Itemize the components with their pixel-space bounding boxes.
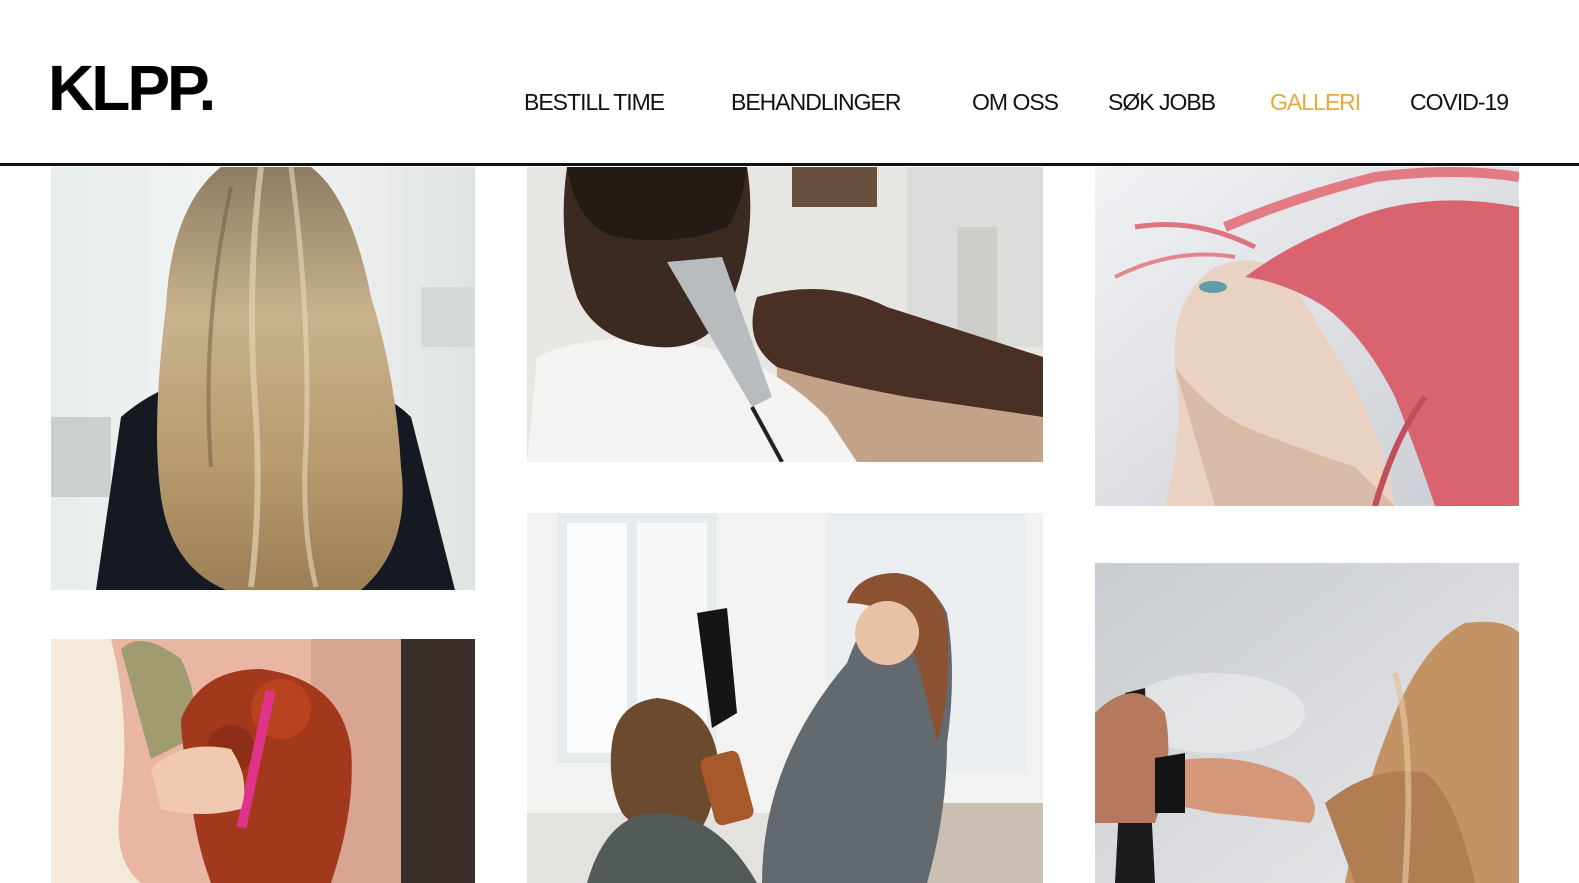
site-header: KLPP. BESTILL TIME BEHANDLINGER OM OSS S… xyxy=(0,0,1579,166)
nav-om-oss[interactable]: OM OSS xyxy=(972,89,1059,116)
header-divider xyxy=(0,163,1579,166)
nav-sok-jobb[interactable]: SØK JOBB xyxy=(1108,89,1216,116)
nav-bestill-time[interactable]: BESTILL TIME xyxy=(524,89,665,116)
red-updo-image xyxy=(51,639,475,883)
gallery-photo-hairspray[interactable] xyxy=(1095,563,1519,883)
gallery-photo-pink-hair[interactable] xyxy=(1095,167,1519,506)
gallery-photo-red-updo[interactable] xyxy=(51,639,475,883)
barber-image xyxy=(527,167,1043,462)
gallery-photo-barber[interactable] xyxy=(527,167,1043,462)
nav-galleri[interactable]: GALLERI xyxy=(1270,89,1361,116)
nav-covid-19[interactable]: COVID-19 xyxy=(1410,89,1509,116)
pink-hair-image xyxy=(1095,167,1519,506)
blow-dryer-image xyxy=(527,513,1043,883)
gallery-photo-blow-dryer[interactable] xyxy=(527,513,1043,883)
blonde-hair-image xyxy=(51,167,475,590)
nav-behandlinger[interactable]: BEHANDLINGER xyxy=(731,89,901,116)
hairspray-image xyxy=(1095,563,1519,883)
gallery-photo-blonde-hair[interactable] xyxy=(51,167,475,590)
main-nav: BESTILL TIME BEHANDLINGER OM OSS SØK JOB… xyxy=(0,89,1579,119)
